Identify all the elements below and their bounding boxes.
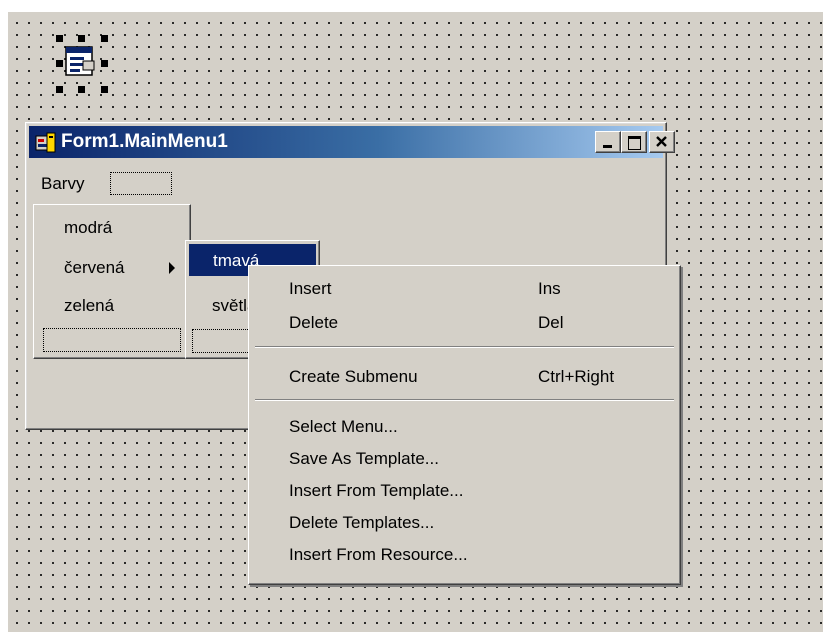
main-menu-icon [65, 46, 95, 76]
ctx-insert-from-template[interactable]: Insert From Template... [289, 481, 463, 501]
selection-handle[interactable] [101, 35, 108, 42]
ctx-insert-from-resource[interactable]: Insert From Resource... [289, 545, 468, 565]
menubar-placeholder[interactable] [110, 172, 172, 195]
selection-handle[interactable] [78, 35, 85, 42]
submenu-item[interactable]: červená [64, 258, 124, 278]
ctx-delete[interactable]: Delete [289, 313, 338, 333]
submenu-placeholder[interactable] [43, 328, 181, 352]
submenu-barvy: modrá červená zelená [33, 204, 191, 359]
context-menu: Insert Ins Delete Del Create Submenu Ctr… [248, 265, 681, 585]
ctx-create-submenu-shortcut: Ctrl+Right [538, 367, 615, 386]
menu-separator [255, 399, 674, 401]
selection-handle[interactable] [101, 86, 108, 93]
selection-handle[interactable] [101, 60, 108, 67]
maximize-button[interactable] [621, 131, 647, 153]
window-title: Form1.MainMenu1 [61, 131, 228, 152]
submenu-arrow-icon [169, 262, 175, 274]
title-bar[interactable]: Form1.MainMenu1 [29, 126, 675, 158]
maximize-icon [628, 136, 641, 150]
submenu-item[interactable]: zelená [64, 296, 114, 316]
selection-handle[interactable] [56, 60, 63, 67]
ctx-delete-templates[interactable]: Delete Templates... [289, 513, 434, 533]
minimize-icon [603, 145, 612, 148]
main-menu-component[interactable] [56, 35, 108, 93]
minimize-button[interactable] [595, 131, 621, 153]
selection-handle[interactable] [78, 86, 85, 93]
ctx-delete-shortcut: Del [538, 313, 564, 332]
ctx-insert-shortcut: Ins [538, 279, 561, 298]
close-button[interactable] [649, 131, 675, 153]
ctx-insert[interactable]: Insert [289, 279, 332, 299]
menu-item-barvy[interactable]: Barvy [41, 174, 84, 194]
selection-handle[interactable] [56, 35, 63, 42]
menu-separator [255, 346, 674, 348]
ctx-select-menu[interactable]: Select Menu... [289, 417, 398, 437]
ctx-create-submenu[interactable]: Create Submenu [289, 367, 418, 387]
close-icon [656, 136, 667, 147]
form-icon [35, 132, 56, 153]
selection-handle[interactable] [56, 86, 63, 93]
submenu-item[interactable]: modrá [64, 218, 112, 238]
ctx-save-as-template[interactable]: Save As Template... [289, 449, 439, 469]
